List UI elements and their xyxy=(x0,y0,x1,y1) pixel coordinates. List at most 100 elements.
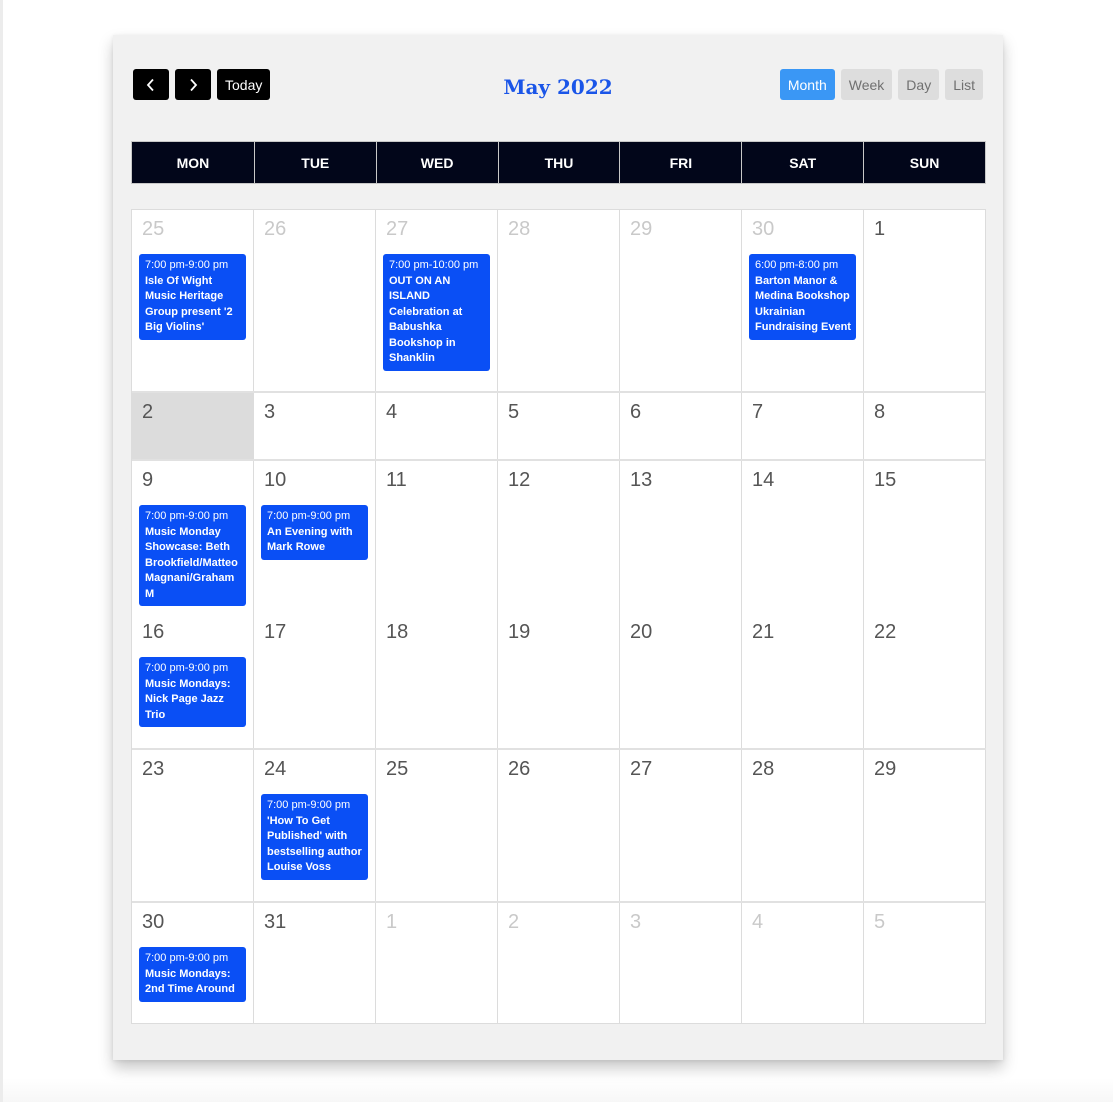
calendar-event[interactable]: 7:00 pm-9:00 pm Music Mondays: 2nd Time A… xyxy=(139,947,246,1002)
day-cell[interactable]: 19 xyxy=(498,613,620,748)
day-number[interactable]: 27 xyxy=(627,756,734,782)
day-cell[interactable]: 8 xyxy=(864,393,986,459)
day-number[interactable]: 14 xyxy=(749,467,856,493)
day-number[interactable]: 29 xyxy=(627,216,734,242)
day-number[interactable]: 12 xyxy=(505,467,612,493)
day-cell[interactable]: 20 xyxy=(620,613,742,748)
day-cell[interactable]: 12 xyxy=(498,461,620,614)
day-number[interactable]: 21 xyxy=(749,619,856,645)
day-cell[interactable]: 2 xyxy=(498,903,620,1023)
day-cell[interactable]: 26 xyxy=(498,750,620,901)
day-number[interactable]: 2 xyxy=(505,909,612,935)
day-number[interactable]: 10 xyxy=(261,467,368,493)
day-number[interactable]: 3 xyxy=(627,909,734,935)
day-number[interactable]: 19 xyxy=(505,619,612,645)
day-number[interactable]: 22 xyxy=(871,619,978,645)
day-cell[interactable]: 28 xyxy=(498,210,620,391)
day-cell[interactable]: 6 xyxy=(620,393,742,459)
view-week-button[interactable]: Week xyxy=(840,69,893,100)
day-number[interactable]: 3 xyxy=(261,399,368,425)
day-cell[interactable]: 25 xyxy=(376,750,498,901)
day-cell[interactable]: 14 xyxy=(742,461,864,614)
day-cell[interactable]: 17 xyxy=(254,613,376,748)
view-list-button[interactable]: List xyxy=(945,69,983,100)
day-cell[interactable]: 3 xyxy=(254,393,376,459)
calendar-event[interactable]: 7:00 pm-9:00 pm 'How To Get Published' wi… xyxy=(261,794,368,880)
day-cell[interactable]: 27 7:00 pm-10:00 pm OUT ON AN ISLAND Celeb… xyxy=(376,210,498,391)
day-number[interactable]: 29 xyxy=(871,756,978,782)
day-number[interactable]: 31 xyxy=(261,909,368,935)
day-cell[interactable]: 31 xyxy=(254,903,376,1023)
day-number[interactable]: 23 xyxy=(139,756,246,782)
day-number[interactable]: 4 xyxy=(749,909,856,935)
calendar-event[interactable]: 7:00 pm-9:00 pm An Evening with Mark Rowe xyxy=(261,505,368,560)
day-cell[interactable]: 30 6:00 pm-8:00 pm Barton Manor & Medina B… xyxy=(742,210,864,391)
day-number[interactable]: 6 xyxy=(627,399,734,425)
view-day-button[interactable]: Day xyxy=(898,69,940,100)
day-number[interactable]: 1 xyxy=(383,909,490,935)
calendar-event[interactable]: 7:00 pm-9:00 pm Isle Of Wight Music Herit… xyxy=(139,254,246,340)
today-button[interactable]: Today xyxy=(217,69,271,100)
day-cell[interactable]: 4 xyxy=(376,393,498,459)
day-cell[interactable]: 5 xyxy=(864,903,986,1023)
day-number[interactable]: 30 xyxy=(749,216,856,242)
day-cell[interactable]: 3 xyxy=(620,903,742,1023)
day-cell[interactable]: 28 xyxy=(742,750,864,901)
day-number[interactable]: 9 xyxy=(139,467,246,493)
day-cell[interactable]: 10 7:00 pm-9:00 pm An Evening with Mark Ro… xyxy=(254,461,376,614)
day-number[interactable]: 16 xyxy=(139,619,246,645)
day-cell[interactable]: 9 7:00 pm-9:00 pm Music Monday Showcase: B… xyxy=(132,461,254,614)
day-cell[interactable]: 16 7:00 pm-9:00 pm Music Mondays: Nick Pag… xyxy=(132,613,254,748)
view-month-button[interactable]: Month xyxy=(779,69,835,100)
day-cell[interactable]: 4 xyxy=(742,903,864,1023)
day-cell[interactable]: 29 xyxy=(864,750,986,901)
day-number[interactable]: 1 xyxy=(871,216,978,242)
day-number[interactable]: 13 xyxy=(627,467,734,493)
calendar-event[interactable]: 6:00 pm-8:00 pm Barton Manor & Medina Boo… xyxy=(749,254,856,340)
next-button[interactable] xyxy=(175,69,211,100)
day-cell[interactable]: 23 xyxy=(132,750,254,901)
day-number[interactable]: 5 xyxy=(871,909,978,935)
day-number[interactable]: 2 xyxy=(139,399,246,425)
chevron-right-icon xyxy=(190,78,198,91)
day-number[interactable]: 28 xyxy=(749,756,856,782)
day-cell[interactable]: 13 xyxy=(620,461,742,614)
calendar-event[interactable]: 7:00 pm-9:00 pm Music Monday Showcase: Be… xyxy=(139,505,246,606)
day-number[interactable]: 26 xyxy=(261,216,368,242)
day-number[interactable]: 24 xyxy=(261,756,368,782)
day-cell[interactable]: 15 xyxy=(864,461,986,614)
calendar-event[interactable]: 7:00 pm-9:00 pm Music Mondays: Nick Page … xyxy=(139,657,246,727)
day-number[interactable]: 20 xyxy=(627,619,734,645)
day-cell[interactable]: 7 xyxy=(742,393,864,459)
day-cell[interactable]: 5 xyxy=(498,393,620,459)
day-number[interactable]: 30 xyxy=(139,909,246,935)
day-cell[interactable]: 1 xyxy=(376,903,498,1023)
day-number[interactable]: 17 xyxy=(261,619,368,645)
day-cell[interactable]: 11 xyxy=(376,461,498,614)
day-cell-today[interactable]: 2 xyxy=(132,393,254,459)
day-number[interactable]: 5 xyxy=(505,399,612,425)
day-number[interactable]: 26 xyxy=(505,756,612,782)
day-number[interactable]: 18 xyxy=(383,619,490,645)
day-number[interactable]: 15 xyxy=(871,467,978,493)
day-cell[interactable]: 29 xyxy=(620,210,742,391)
day-cell[interactable]: 22 xyxy=(864,613,986,748)
day-number[interactable]: 8 xyxy=(871,399,978,425)
calendar-event[interactable]: 7:00 pm-10:00 pm OUT ON AN ISLAND Celebra… xyxy=(383,254,490,371)
day-cell[interactable]: 18 xyxy=(376,613,498,748)
day-number[interactable]: 25 xyxy=(383,756,490,782)
prev-button[interactable] xyxy=(133,69,169,100)
day-number[interactable]: 25 xyxy=(139,216,246,242)
day-number[interactable]: 27 xyxy=(383,216,490,242)
day-number[interactable]: 11 xyxy=(383,467,490,493)
day-cell[interactable]: 27 xyxy=(620,750,742,901)
day-cell[interactable]: 1 xyxy=(864,210,986,391)
day-cell[interactable]: 30 7:00 pm-9:00 pm Music Mondays: 2nd Time… xyxy=(132,903,254,1023)
day-cell[interactable]: 24 7:00 pm-9:00 pm 'How To Get Published' … xyxy=(254,750,376,901)
day-cell[interactable]: 21 xyxy=(742,613,864,748)
day-cell[interactable]: 25 7:00 pm-9:00 pm Isle Of Wight Music Her… xyxy=(132,210,254,391)
day-number[interactable]: 28 xyxy=(505,216,612,242)
day-number[interactable]: 7 xyxy=(749,399,856,425)
day-number[interactable]: 4 xyxy=(383,399,490,425)
day-cell[interactable]: 26 xyxy=(254,210,376,391)
